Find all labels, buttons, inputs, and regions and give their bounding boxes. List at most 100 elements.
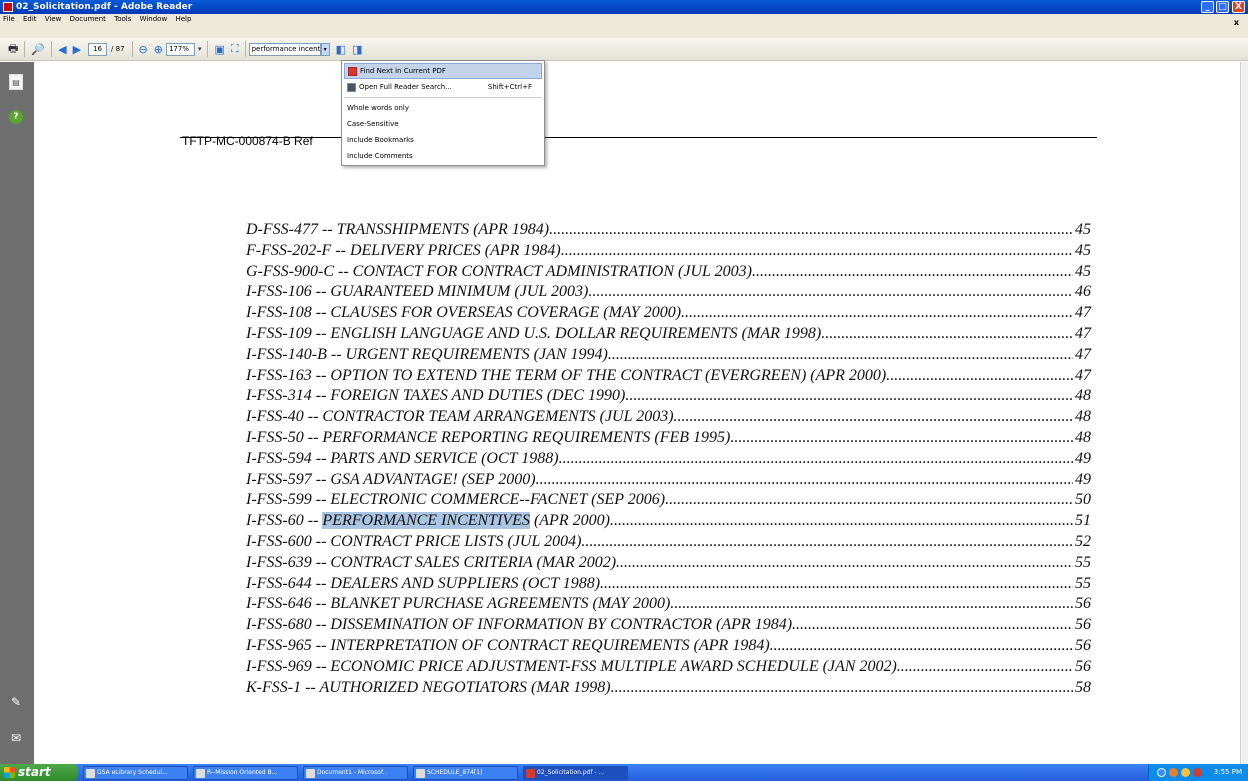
toc-entry[interactable]: I-FSS-50 -- PERFORMANCE REPORTING REQUIR…: [246, 428, 1091, 449]
taskbar-item-active[interactable]: 02_Solicitation.pdf - ...: [523, 765, 628, 780]
toc-entry-title: K-FSS-1 -- AUTHORIZED NEGOTIATORS (MAR 1…: [246, 678, 611, 699]
menu-item-find-next[interactable]: Find Next in Current PDF: [344, 63, 542, 79]
zoom-level-input[interactable]: 177%: [165, 42, 195, 56]
menu-item-include-bookmarks[interactable]: Include Bookmarks: [344, 132, 542, 148]
toc-entry[interactable]: I-FSS-639 -- CONTRACT SALES CRITERIA (MA…: [246, 553, 1091, 574]
toc-entry-text: I-FSS-314 -- FOREIGN TAXES AND DUTIES (D…: [246, 387, 626, 405]
toc-entry[interactable]: I-FSS-644 -- DEALERS AND SUPPLIERS (OCT …: [246, 574, 1091, 595]
toc-page-number: 52: [1075, 532, 1091, 550]
toc-entry[interactable]: I-FSS-60 -- PERFORMANCE INCENTIVES (APR …: [246, 511, 1091, 532]
taskbar-item[interactable]: GSA eLibrary Schedul...: [83, 765, 188, 780]
clock: 3:55 PM: [1213, 768, 1242, 776]
toc-page-number: 45: [1075, 221, 1091, 238]
toolbar-separator: [207, 41, 209, 57]
document-close-button[interactable]: x: [1234, 18, 1239, 28]
network-icon[interactable]: [1157, 768, 1166, 777]
start-button[interactable]: start: [0, 764, 78, 781]
zoom-dropdown-icon[interactable]: ▾: [198, 41, 202, 57]
find-previous-icon[interactable]: ◧: [336, 41, 346, 57]
toc-entry[interactable]: I-FSS-163 -- OPTION TO EXTEND THE TERM O…: [246, 366, 1091, 387]
toc-leader-dots: [752, 262, 1073, 283]
update-icon[interactable]: [1193, 768, 1202, 777]
toc-entry-text: I-FSS-109 -- ENGLISH LANGUAGE AND U.S. D…: [246, 324, 822, 342]
find-options-dropdown[interactable]: ▾: [320, 42, 330, 56]
toc-entry-title: I-FSS-108 -- CLAUSES FOR OVERSEAS COVERA…: [246, 303, 681, 324]
taskbar-item[interactable]: Document1 - Microsof...: [303, 765, 408, 780]
menu-document[interactable]: Document: [70, 14, 106, 24]
toc-entry-text: I-FSS-140-B -- URGENT REQUIREMENTS (JAN …: [246, 345, 608, 363]
pages-icon[interactable]: ▤: [9, 74, 23, 90]
previous-page-icon[interactable]: ◀: [58, 41, 66, 57]
toc-leader-dots: [886, 366, 1073, 387]
toc-page-number: 48: [1075, 428, 1091, 446]
toc-entry[interactable]: I-FSS-106 -- GUARANTEED MINIMUM (JUL 200…: [246, 282, 1091, 303]
toc-page-number: 47: [1075, 304, 1091, 322]
taskbar-item-label: SCHEDULE_874[1]: [427, 768, 483, 776]
menu-window[interactable]: Window: [140, 14, 168, 24]
toc-entry[interactable]: G-FSS-900-C -- CONTACT FOR CONTRACT ADMI…: [246, 262, 1091, 283]
toc-entry[interactable]: I-FSS-140-B -- URGENT REQUIREMENTS (JAN …: [246, 345, 1091, 366]
toc-entry[interactable]: K-FSS-1 -- AUTHORIZED NEGOTIATORS (MAR 1…: [246, 678, 1091, 699]
toc-leader-dots: [536, 470, 1073, 491]
toc-entry[interactable]: I-FSS-40 -- CONTRACTOR TEAM ARRANGEMENTS…: [246, 407, 1091, 428]
find-next-icon[interactable]: ◨: [352, 41, 362, 57]
attachments-icon[interactable]: ✎: [9, 694, 23, 710]
fit-width-icon[interactable]: ⛶: [231, 41, 239, 57]
notification-icon[interactable]: [1181, 768, 1190, 777]
menu-view[interactable]: View: [45, 14, 62, 24]
toc-entry-text: I-FSS-594 -- PARTS AND SERVICE (OCT 1988…: [246, 449, 559, 467]
next-page-icon[interactable]: ▶: [73, 41, 81, 57]
menu-bar: File Edit View Document Tools Window Hel…: [0, 14, 1248, 38]
toc-entry[interactable]: F-FSS-202-F -- DELIVERY PRICES (APR 1984…: [246, 241, 1091, 262]
vertical-scrollbar[interactable]: [1240, 62, 1248, 764]
search-tool-icon[interactable]: 🔎: [31, 41, 45, 57]
menu-item-case-sensitive[interactable]: Case-Sensitive: [344, 116, 542, 132]
menu-file[interactable]: File: [3, 14, 15, 24]
toc-entry[interactable]: I-FSS-646 -- BLANKET PURCHASE AGREEMENTS…: [246, 594, 1091, 615]
close-button[interactable]: X: [1232, 1, 1245, 13]
toc-entry[interactable]: I-FSS-597 -- GSA ADVANTAGE! (SEP 2000) 49: [246, 470, 1091, 491]
toc-entry[interactable]: I-FSS-599 -- ELECTRONIC COMMERCE--FACNET…: [246, 490, 1091, 511]
help-icon[interactable]: ?: [9, 110, 23, 124]
taskbar-item[interactable]: R--Mission Oriented B...: [193, 765, 298, 780]
toc-page-number: 56: [1075, 595, 1091, 613]
toc-entry-text: I-FSS-965 -- INTERPRETATION OF CONTRACT …: [246, 636, 770, 654]
toc-entry-title: F-FSS-202-F -- DELIVERY PRICES (APR 1984…: [246, 241, 561, 262]
toc-leader-dots: [610, 511, 1073, 532]
maximize-button[interactable]: □: [1216, 1, 1229, 13]
toc-entry[interactable]: I-FSS-680 -- DISSEMINATION OF INFORMATIO…: [246, 615, 1091, 636]
menu-help[interactable]: Help: [175, 14, 191, 24]
menu-item-include-comments[interactable]: Include Comments: [344, 148, 542, 164]
toc-entry-text: I-FSS-163 -- OPTION TO EXTEND THE TERM O…: [246, 366, 887, 384]
toc-entry[interactable]: I-FSS-969 -- ECONOMIC PRICE ADJUSTMENT-F…: [246, 657, 1091, 678]
taskbar-item[interactable]: SCHEDULE_874[1]: [413, 765, 518, 780]
toc-entry[interactable]: I-FSS-108 -- CLAUSES FOR OVERSEAS COVERA…: [246, 303, 1091, 324]
page-number-input[interactable]: 16: [88, 42, 108, 56]
security-icon[interactable]: [1169, 768, 1178, 777]
menu-tools[interactable]: Tools: [114, 14, 131, 24]
toc-entry-text: I-FSS-600 -- CONTRACT PRICE LISTS (JUL 2…: [246, 532, 582, 550]
zoom-in-icon[interactable]: ⊕: [154, 41, 163, 57]
toc-entry-title: I-FSS-639 -- CONTRACT SALES CRITERIA (MA…: [246, 553, 616, 574]
find-input[interactable]: performance incenti: [248, 42, 321, 56]
comments-icon[interactable]: ✉: [9, 730, 23, 746]
find-options-menu: Find Next in Current PDF Open Full Reade…: [341, 60, 545, 166]
toc-entry-text: I-FSS-680 -- DISSEMINATION OF INFORMATIO…: [246, 616, 793, 634]
toc-entry[interactable]: I-FSS-600 -- CONTRACT PRICE LISTS (JUL 2…: [246, 532, 1091, 553]
menu-item-whole-words[interactable]: Whole words only: [344, 100, 542, 116]
menu-item-open-full-search[interactable]: Open Full Reader Search... Shift+Ctrl+F: [344, 79, 542, 95]
toc-page-number: 47: [1075, 324, 1091, 342]
toc-entry[interactable]: D-FSS-477 -- TRANSSHIPMENTS (APR 1984) 45: [246, 220, 1091, 241]
toc-leader-dots: [559, 449, 1073, 470]
toc-entry[interactable]: I-FSS-109 -- ENGLISH LANGUAGE AND U.S. D…: [246, 324, 1091, 345]
toc-page-number: 51: [1075, 512, 1091, 530]
toc-entry[interactable]: I-FSS-594 -- PARTS AND SERVICE (OCT 1988…: [246, 449, 1091, 470]
toc-entry[interactable]: I-FSS-965 -- INTERPRETATION OF CONTRACT …: [246, 636, 1091, 657]
menu-item-label: Include Bookmarks: [347, 136, 414, 144]
print-icon[interactable]: 🖶: [8, 41, 18, 57]
toc-entry[interactable]: I-FSS-314 -- FOREIGN TAXES AND DUTIES (D…: [246, 386, 1091, 407]
menu-edit[interactable]: Edit: [23, 14, 37, 24]
zoom-out-icon[interactable]: ⊖: [139, 41, 148, 57]
fit-page-icon[interactable]: ▣: [214, 41, 224, 57]
minimize-button[interactable]: _: [1201, 1, 1214, 13]
